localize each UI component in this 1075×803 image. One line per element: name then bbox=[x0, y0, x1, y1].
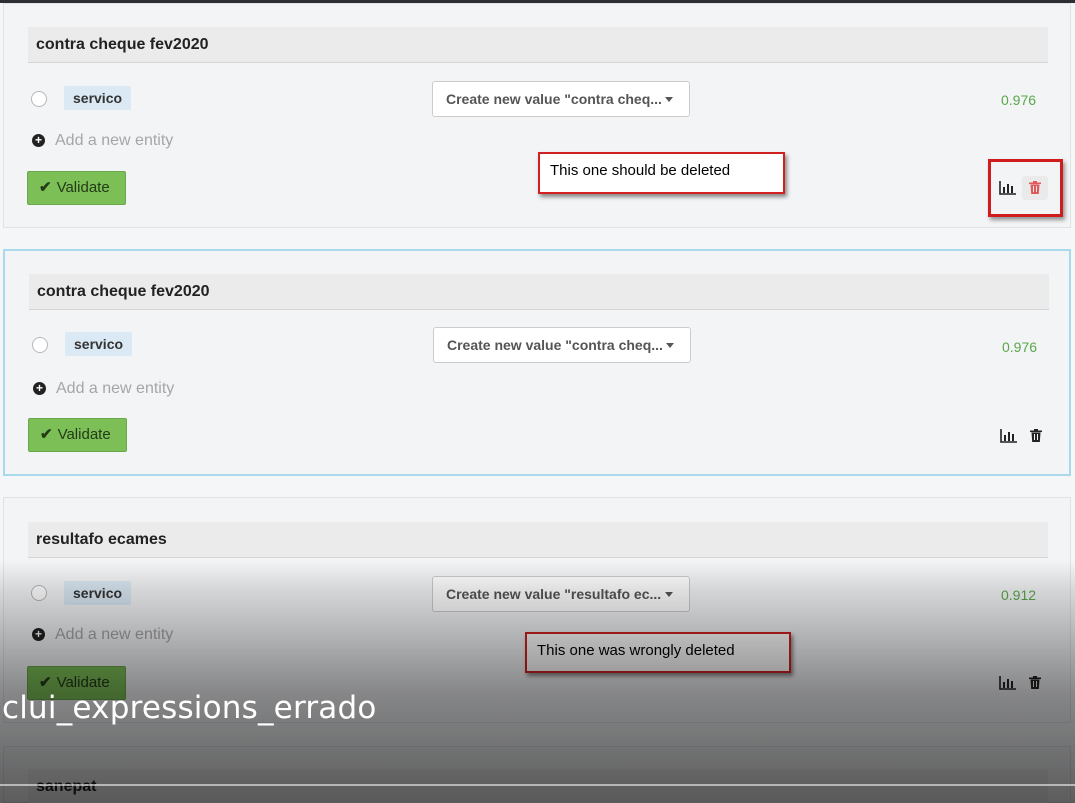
callout-should-delete: This one should be deleted bbox=[538, 152, 785, 194]
entity-radio[interactable] bbox=[31, 585, 47, 601]
bar-chart-icon[interactable] bbox=[1000, 429, 1018, 443]
validate-label: Validate bbox=[57, 426, 111, 443]
value-select-label: Create new value "contra cheq... bbox=[446, 91, 662, 107]
expression-card-1: contra cheque fev2020 servico Create new… bbox=[3, 3, 1071, 228]
confidence-score: 0.976 bbox=[1001, 92, 1037, 108]
delete-highlight-box bbox=[988, 159, 1063, 217]
trash-icon[interactable] bbox=[1029, 676, 1041, 689]
check-icon: ✔ bbox=[40, 426, 53, 443]
add-entity-link[interactable]: + Add a new entity bbox=[33, 380, 174, 398]
expression-title: contra cheque fev2020 bbox=[29, 274, 1049, 310]
value-select-label: Create new value "resultafo ec... bbox=[446, 586, 662, 602]
entity-chip[interactable]: servico bbox=[64, 581, 132, 605]
confidence-score: 0.976 bbox=[1002, 339, 1038, 355]
add-entity-link[interactable]: + Add a new entity bbox=[32, 626, 173, 644]
validate-button[interactable]: ✔ Validate bbox=[27, 171, 126, 205]
plus-circle-icon: + bbox=[32, 628, 45, 641]
entity-radio[interactable] bbox=[31, 91, 47, 107]
validate-label: Validate bbox=[56, 179, 110, 196]
add-entity-link[interactable]: + Add a new entity bbox=[32, 132, 173, 150]
entity-radio[interactable] bbox=[32, 337, 48, 353]
expression-card-4: sanepat bbox=[3, 746, 1071, 803]
expression-title: resultafo ecames bbox=[28, 522, 1048, 558]
plus-circle-icon: + bbox=[33, 382, 46, 395]
trash-icon[interactable] bbox=[1030, 429, 1042, 442]
chevron-down-icon bbox=[665, 97, 673, 102]
entity-chip[interactable]: servico bbox=[64, 86, 132, 110]
entity-chip[interactable]: servico bbox=[65, 332, 133, 356]
video-title: clui_expressions_errado bbox=[2, 690, 377, 726]
plus-circle-icon: + bbox=[32, 134, 45, 147]
value-select[interactable]: Create new value "contra cheq... bbox=[433, 327, 691, 363]
video-progress-bar[interactable] bbox=[0, 784, 1075, 786]
chevron-down-icon bbox=[666, 343, 674, 348]
value-select[interactable]: Create new value "contra cheq... bbox=[432, 81, 690, 117]
callout-wrongly-deleted: This one was wrongly deleted bbox=[525, 632, 791, 673]
expression-card-2: contra cheque fev2020 servico Create new… bbox=[3, 249, 1071, 476]
expression-title: sanepat bbox=[28, 769, 1048, 803]
expression-title: contra cheque fev2020 bbox=[28, 27, 1048, 63]
chevron-down-icon bbox=[665, 592, 673, 597]
add-entity-label: Add a new entity bbox=[55, 132, 174, 149]
confidence-score: 0.912 bbox=[1001, 587, 1037, 603]
add-entity-label: Add a new entity bbox=[56, 380, 175, 397]
bar-chart-icon[interactable] bbox=[999, 676, 1017, 690]
validate-label: Validate bbox=[56, 674, 110, 691]
validate-button[interactable]: ✔ Validate bbox=[28, 418, 127, 452]
add-entity-label: Add a new entity bbox=[55, 626, 174, 643]
check-icon: ✔ bbox=[39, 179, 52, 196]
value-select[interactable]: Create new value "resultafo ec... bbox=[432, 576, 690, 612]
value-select-label: Create new value "contra cheq... bbox=[447, 337, 663, 353]
